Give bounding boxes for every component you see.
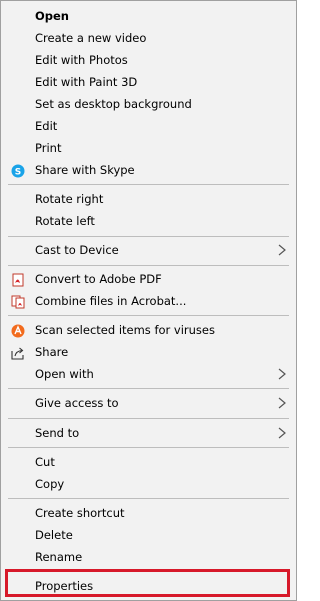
menu-item-create-new-video[interactable]: Create a new video: [1, 28, 296, 50]
menu-item-label: Give access to: [35, 396, 119, 410]
submenu-arrow-icon: [278, 367, 286, 381]
menu-item-set-desktop-background[interactable]: Set as desktop background: [1, 94, 296, 116]
submenu-arrow-icon: [278, 396, 286, 410]
menu-item-label: Share with Skype: [35, 163, 135, 177]
menu-item-open[interactable]: Open: [1, 6, 296, 28]
menu-item-open-with[interactable]: Open with: [1, 364, 296, 386]
menu-item-label: Send to: [35, 426, 80, 440]
menu-separator: [8, 184, 289, 185]
menu-item-scan-for-viruses[interactable]: Scan selected items for viruses: [1, 320, 296, 342]
menu-item-copy[interactable]: Copy: [1, 474, 296, 496]
menu-item-send-to[interactable]: Send to: [1, 423, 296, 445]
context-menu: Open Create a new video Edit with Photos…: [0, 0, 297, 601]
menu-item-rotate-left[interactable]: Rotate left: [1, 211, 296, 233]
menu-item-create-shortcut[interactable]: Create shortcut: [1, 503, 296, 525]
menu-separator: [8, 315, 289, 316]
submenu-arrow-icon: [278, 243, 286, 257]
menu-item-share[interactable]: Share: [1, 342, 296, 364]
menu-item-share-with-skype[interactable]: S Share with Skype: [1, 160, 296, 182]
submenu-arrow-icon: [278, 426, 286, 440]
menu-separator: [8, 418, 289, 419]
menu-item-label: Edit: [35, 119, 58, 133]
menu-item-combine-files-in-acrobat[interactable]: Combine files in Acrobat...: [1, 291, 296, 313]
menu-item-label: Cast to Device: [35, 243, 119, 257]
menu-item-label: Combine files in Acrobat...: [35, 294, 187, 308]
menu-item-cast-to-device[interactable]: Cast to Device: [1, 240, 296, 262]
adobe-pdf-icon: [11, 273, 25, 287]
menu-item-label: Set as desktop background: [35, 97, 192, 111]
menu-separator: [8, 388, 289, 389]
menu-item-delete[interactable]: Delete: [1, 525, 296, 547]
menu-separator: [8, 447, 289, 448]
menu-item-label: Scan selected items for viruses: [35, 323, 215, 337]
skype-icon: S: [11, 164, 25, 178]
adobe-pdf-icon: [11, 295, 25, 309]
menu-separator: [8, 265, 289, 266]
properties-highlight-box: [5, 569, 290, 597]
share-icon: [11, 346, 25, 360]
menu-item-cut[interactable]: Cut: [1, 452, 296, 474]
menu-item-label: Rotate left: [35, 214, 95, 228]
menu-item-label: Delete: [35, 528, 73, 542]
menu-item-label: Create shortcut: [35, 506, 125, 520]
svg-text:S: S: [15, 167, 21, 177]
menu-item-label: Rename: [35, 550, 83, 564]
menu-item-edit[interactable]: Edit: [1, 116, 296, 138]
menu-item-edit-with-photos[interactable]: Edit with Photos: [1, 50, 296, 72]
menu-item-label: Convert to Adobe PDF: [35, 272, 162, 286]
menu-separator: [8, 236, 289, 237]
menu-item-label: Edit with Paint 3D: [35, 75, 138, 89]
menu-item-label: Copy: [35, 477, 65, 491]
menu-item-label: Open with: [35, 367, 94, 381]
avast-icon: [11, 324, 25, 338]
menu-item-label: Share: [35, 345, 69, 359]
menu-item-rotate-right[interactable]: Rotate right: [1, 189, 296, 211]
menu-item-convert-to-adobe-pdf[interactable]: Convert to Adobe PDF: [1, 269, 296, 291]
menu-separator: [8, 498, 289, 499]
menu-item-rename[interactable]: Rename: [1, 547, 296, 569]
menu-item-label: Cut: [35, 455, 55, 469]
menu-item-label: Open: [35, 9, 69, 23]
menu-item-label: Print: [35, 141, 62, 155]
menu-item-label: Edit with Photos: [35, 53, 128, 67]
menu-item-print[interactable]: Print: [1, 138, 296, 160]
menu-item-label: Create a new video: [35, 31, 147, 45]
menu-item-give-access-to[interactable]: Give access to: [1, 393, 296, 415]
menu-item-label: Rotate right: [35, 192, 104, 206]
menu-item-edit-with-paint-3d[interactable]: Edit with Paint 3D: [1, 72, 296, 94]
